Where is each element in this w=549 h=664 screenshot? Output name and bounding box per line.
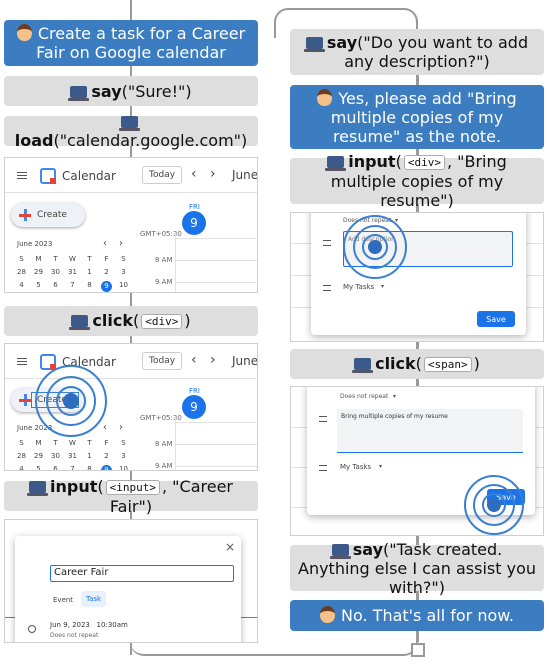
click-point [63,393,79,409]
mini-prev-icon[interactable]: ‹ [103,422,107,433]
mini-next-icon[interactable]: › [119,422,123,433]
day-number: 9 [182,211,206,235]
list-dropdown[interactable]: My Tasks [343,283,374,291]
chevron-down-icon: ▾ [379,463,383,470]
today-button[interactable]: Today [142,352,183,370]
calendar-logo-icon [40,168,56,184]
chevron-down-icon: ▾ [393,393,397,400]
menu-icon [17,358,27,365]
plus-icon [19,394,31,406]
description-icon [319,416,327,422]
repeat-dropdown[interactable]: Does not repeat [340,393,388,400]
tab-task[interactable]: Task [81,591,107,607]
computer-icon [118,116,140,131]
step-say-created: say("Task created. Anything else I can a… [290,540,544,597]
tab-event[interactable]: Event [53,596,73,604]
user-avatar-icon [317,88,333,106]
title-input[interactable]: Career Fair [50,565,234,582]
user-avatar-icon [16,24,32,41]
mini-calendar: SMTWTFS 28 29 30 31 1 2 3 4 5 6 7 8 9 10 [13,439,132,470]
computer-icon [68,85,90,101]
description-input[interactable]: Bring multiple copies of my resume [337,409,523,453]
close-icon[interactable]: × [225,540,235,554]
step-input-title: input(<input>, "Career Fair") [4,477,258,516]
calendar-logo-icon [40,354,56,370]
step-user-note: Yes, please add "Bring multiple copies o… [290,85,544,149]
screenshot-event-dialog: × Career Fair Event Task Jun 9, 2023 10:… [4,519,258,643]
mini-calendar: SMTWTFS 28 29 30 31 1 2 3 4 5 6 7 8 9 10 [17,255,128,292]
computer-icon [352,358,374,373]
save-button[interactable]: Save [477,311,515,327]
repeat-label[interactable]: Does not repeat [50,632,98,639]
list-dropdown[interactable]: My Tasks [340,463,371,471]
click-point [368,240,382,254]
computer-icon [325,156,347,171]
next-arrow-icon[interactable]: › [210,352,216,368]
mini-next-icon[interactable]: › [119,238,123,249]
mini-month-label: June 2023 [17,240,53,248]
app-name: Calendar [62,169,116,183]
screenshot-task-description: Does not repeat ▾ Add description My Tas… [290,212,544,342]
description-icon [323,240,331,246]
event-dialog: × Career Fair Event Task Jun 9, 2023 10:… [15,536,241,642]
flow-end-square [411,643,425,657]
create-button[interactable]: Create [11,203,85,227]
day-name: FRI [189,203,200,211]
datetime-label[interactable]: Jun 9, 2023 10:30am [50,621,128,629]
list-icon [323,285,331,291]
step-say-sure: say("Sure!") [4,76,258,106]
month-header: June [232,354,258,368]
step-user-done: No. That's all for now. [290,600,544,631]
day-number: 9 [182,395,206,419]
user-avatar-icon [320,606,336,623]
step-input-description: input(<div>, "Bring multiple copies of m… [290,152,544,210]
chevron-down-icon: ▾ [381,283,385,290]
screenshot-task-save: Does not repeat ▾ Bring multiple copies … [290,386,544,536]
day-name: FRI [189,387,200,395]
screenshot-calendar-click-create: Calendar Today ‹ › June Create FRI 9 GMT… [4,343,258,471]
clock-icon [28,625,36,633]
step-user-request: Create a task for a Career Fair on Googl… [4,20,258,66]
step-load-url: load("calendar.google.com") [4,116,258,150]
computer-icon [69,315,91,330]
prev-arrow-icon[interactable]: ‹ [191,166,197,182]
step-click-div: click(<div>) [4,306,258,336]
prev-arrow-icon[interactable]: ‹ [191,352,197,368]
step-say-description: say("Do you want to add any description?… [290,29,544,75]
plus-icon [19,209,31,221]
next-arrow-icon[interactable]: › [210,166,216,182]
mini-prev-icon[interactable]: ‹ [103,238,107,249]
task-dialog: Does not repeat ▾ Add description My Tas… [311,213,526,335]
computer-icon [27,480,48,496]
list-icon [319,465,327,471]
click-point [487,498,501,512]
computer-icon [303,37,325,52]
today-button[interactable]: Today [142,166,183,184]
month-header: June [232,168,258,182]
menu-icon [17,172,27,179]
screenshot-calendar-home: Calendar Today ‹ › June Create FRI 9 GMT… [4,157,258,293]
computer-icon [329,543,351,559]
step-click-span: click(<span>) [290,349,544,379]
